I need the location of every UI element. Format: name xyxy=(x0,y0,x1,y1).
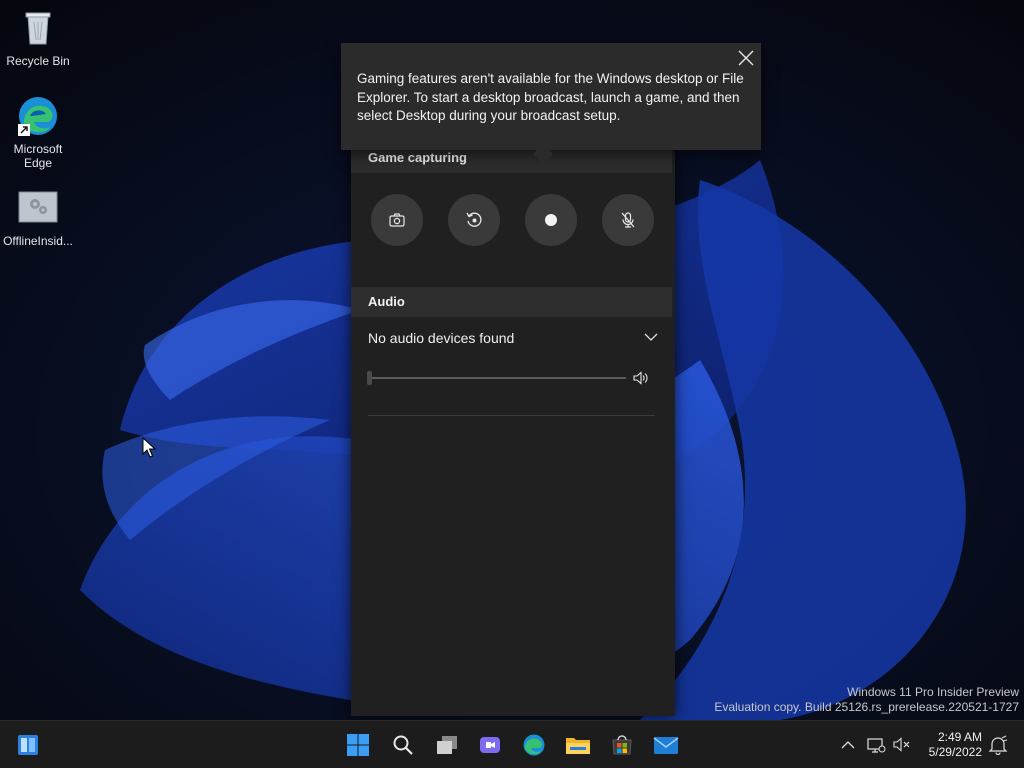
app-icon xyxy=(16,186,60,230)
tooltip-message: Gaming features aren't available for the… xyxy=(357,71,744,123)
audio-device-dropdown[interactable]: No audio devices found xyxy=(368,330,658,352)
clock-time: 2:49 AM xyxy=(937,730,982,744)
taskbar: 2:49 AM 5/29/2022 xyxy=(0,720,1024,768)
file-explorer-button[interactable] xyxy=(562,729,594,761)
volume-slider-thumb[interactable] xyxy=(367,371,372,385)
edge-icon xyxy=(16,94,60,138)
notification-icon xyxy=(988,735,1008,755)
edge-icon xyxy=(523,734,545,756)
desktop-icon-offlineinsider[interactable]: OfflineInsid... xyxy=(0,186,76,248)
gaming-features-tooltip: Gaming features aren't available for the… xyxy=(341,43,761,164)
store-icon xyxy=(612,735,632,755)
search-icon xyxy=(393,735,413,755)
chat-icon xyxy=(480,737,500,753)
widgets-icon xyxy=(18,735,38,755)
audio-header: Audio xyxy=(351,287,672,317)
desktop-icon-recycle-bin[interactable]: Recycle Bin xyxy=(0,6,76,68)
evaluation-watermark: Windows 11 Pro Insider Preview Evaluatio… xyxy=(714,685,1019,715)
close-icon[interactable] xyxy=(737,49,755,67)
sound-button[interactable] xyxy=(886,729,918,761)
volume-slider-track[interactable] xyxy=(368,377,626,379)
file-explorer-icon xyxy=(566,738,590,754)
record-dot-icon xyxy=(545,214,557,226)
store-button[interactable] xyxy=(606,729,638,761)
clock-date: 5/29/2022 xyxy=(928,745,982,759)
screenshot-button[interactable] xyxy=(371,194,423,246)
watermark-line-2: Evaluation copy. Build 25126.rs_prerelea… xyxy=(714,700,1019,714)
audio-divider xyxy=(368,415,655,416)
desktop-icon-label: Recycle Bin xyxy=(6,54,70,68)
recycle-bin-icon xyxy=(16,6,60,50)
audio-device-selected: No audio devices found xyxy=(368,330,515,346)
mouse-cursor-icon xyxy=(142,437,156,458)
chevron-up-icon xyxy=(841,741,855,749)
taskbar-clock[interactable]: 2:49 AM 5/29/2022 xyxy=(929,730,982,760)
desktop-icon-label: Microsoft Edge xyxy=(13,142,63,170)
start-recording-button[interactable] xyxy=(525,194,577,246)
widgets-button[interactable] xyxy=(12,729,44,761)
network-icon xyxy=(867,738,886,753)
task-view-button[interactable] xyxy=(431,729,463,761)
volume-icon[interactable] xyxy=(632,370,648,386)
search-button[interactable] xyxy=(387,729,419,761)
notifications-button[interactable] xyxy=(982,729,1014,761)
desktop-icon-microsoft-edge[interactable]: Microsoft Edge xyxy=(0,94,76,170)
watermark-line-1: Windows 11 Pro Insider Preview xyxy=(847,685,1019,699)
start-icon xyxy=(347,734,369,756)
microphone-toggle-button[interactable] xyxy=(602,194,654,246)
desktop-icon-label: OfflineInsid... xyxy=(3,234,73,248)
task-view-icon xyxy=(437,736,457,754)
volume-muted-icon xyxy=(893,737,910,752)
edge-taskbar-button[interactable] xyxy=(518,729,550,761)
chat-button[interactable] xyxy=(474,729,506,761)
mail-button[interactable] xyxy=(650,729,682,761)
start-button[interactable] xyxy=(342,729,374,761)
record-last-30s-button[interactable] xyxy=(448,194,500,246)
chevron-down-icon xyxy=(644,333,658,341)
record-last-icon xyxy=(466,212,482,227)
mail-icon xyxy=(653,737,679,754)
camera-icon xyxy=(389,213,405,227)
game-bar-panel: Game capturing Audio No audio devices fo… xyxy=(351,143,675,716)
mic-off-icon xyxy=(621,212,635,228)
